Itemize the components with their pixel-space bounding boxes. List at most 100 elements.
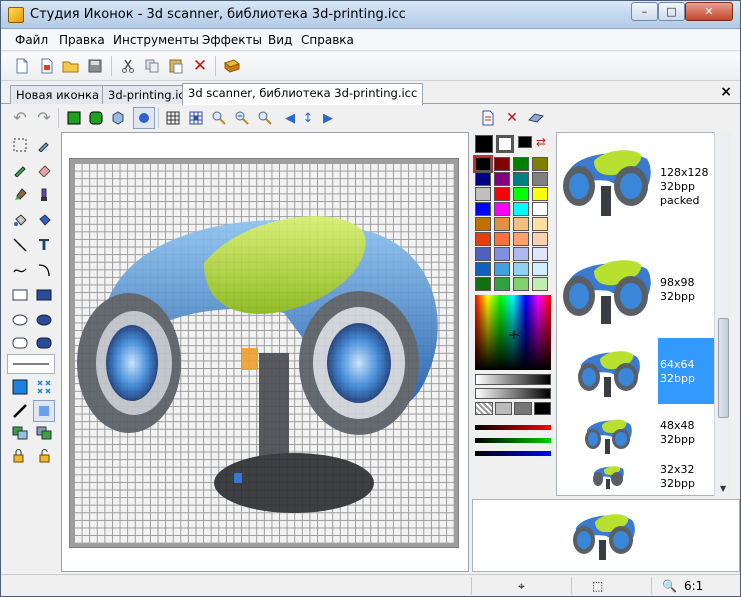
palette-swatch[interactable] bbox=[513, 172, 529, 186]
fill-shape-icon[interactable] bbox=[63, 107, 85, 129]
scrollbar-thumb[interactable] bbox=[718, 318, 729, 418]
grid-icon[interactable] bbox=[162, 107, 184, 129]
zoom-fit-icon[interactable] bbox=[254, 107, 276, 129]
palette-swatch[interactable] bbox=[513, 157, 529, 171]
palette-swatch[interactable] bbox=[532, 157, 548, 171]
rectangle-icon[interactable] bbox=[9, 284, 31, 306]
layer-merge-icon[interactable] bbox=[33, 422, 55, 444]
palette-swatch[interactable] bbox=[532, 277, 548, 291]
palette-swatch[interactable] bbox=[513, 202, 529, 216]
palette-swatch[interactable] bbox=[473, 155, 493, 173]
zoom-out-icon[interactable] bbox=[231, 107, 253, 129]
eyedropper-icon[interactable] bbox=[33, 134, 55, 156]
palette-swatch[interactable] bbox=[532, 247, 548, 261]
palette-swatch[interactable] bbox=[475, 232, 491, 246]
palette-swatch[interactable] bbox=[532, 217, 548, 231]
palette-swatch[interactable] bbox=[494, 232, 510, 246]
palette-swatch[interactable] bbox=[532, 187, 548, 201]
scroll-down-icon[interactable]: ▼ bbox=[720, 484, 726, 493]
tab-3d-scanner[interactable]: 3d scanner, библиотека 3d-printing.icc bbox=[182, 83, 424, 105]
paste-icon[interactable] bbox=[165, 55, 187, 77]
pencil-icon[interactable] bbox=[9, 159, 31, 181]
copy-icon[interactable] bbox=[141, 55, 163, 77]
sizes-scrollbar[interactable]: ▼ bbox=[714, 132, 731, 496]
palette-swatch[interactable] bbox=[475, 262, 491, 276]
zoom-in-icon[interactable] bbox=[208, 107, 230, 129]
size-item-98[interactable] bbox=[559, 251, 655, 334]
palette-swatch[interactable] bbox=[494, 217, 510, 231]
minimize-button[interactable]: – bbox=[631, 2, 658, 21]
palette-swatch[interactable] bbox=[513, 232, 529, 246]
move-vertical-icon[interactable]: ↕ bbox=[297, 107, 319, 129]
palette-swatch[interactable] bbox=[494, 157, 510, 171]
swap-colors-icon[interactable]: ⇄ bbox=[536, 135, 546, 149]
solid-fill-mode-icon[interactable] bbox=[9, 376, 31, 398]
eraser-stack-icon[interactable] bbox=[525, 107, 547, 129]
palette-swatch[interactable] bbox=[494, 187, 510, 201]
palette-swatch[interactable] bbox=[532, 172, 548, 186]
foreground-color[interactable] bbox=[475, 135, 493, 153]
palette-swatch[interactable] bbox=[475, 247, 491, 261]
glow-icon[interactable] bbox=[133, 107, 155, 129]
red-channel-slider[interactable] bbox=[475, 425, 551, 430]
rounded-rect-icon[interactable] bbox=[9, 332, 31, 354]
pattern-swatches[interactable] bbox=[475, 402, 551, 415]
menu-file[interactable]: Файл bbox=[15, 33, 48, 47]
color-spectrum-picker[interactable]: ✛ bbox=[475, 295, 551, 370]
eraser-icon[interactable] bbox=[33, 159, 55, 181]
palette-swatch[interactable] bbox=[532, 262, 548, 276]
antialias-glow-icon[interactable] bbox=[33, 400, 55, 422]
undo-icon[interactable]: ↶ bbox=[9, 107, 31, 129]
palette-swatch[interactable] bbox=[475, 217, 491, 231]
grayscale-slider[interactable] bbox=[475, 374, 551, 385]
filled-rounded-rect-icon[interactable] bbox=[33, 332, 55, 354]
palette-swatch[interactable] bbox=[532, 232, 548, 246]
close-tab-icon[interactable]: × bbox=[720, 84, 732, 100]
line-width-selector[interactable] bbox=[7, 354, 55, 374]
menu-view[interactable]: Вид bbox=[268, 33, 292, 47]
palette-swatch[interactable] bbox=[475, 202, 491, 216]
cube-icon[interactable] bbox=[107, 107, 129, 129]
filled-rectangle-icon[interactable] bbox=[33, 284, 55, 306]
palette-swatch[interactable] bbox=[513, 247, 529, 261]
size-item-32[interactable] bbox=[591, 463, 627, 494]
blue-channel-slider[interactable] bbox=[475, 451, 551, 456]
delete-icon[interactable]: ✕ bbox=[189, 55, 211, 77]
library-book-icon[interactable] bbox=[221, 55, 243, 77]
size-item-128[interactable] bbox=[559, 141, 655, 234]
gradient-fill-icon[interactable] bbox=[33, 209, 55, 231]
delete-size-icon[interactable]: ✕ bbox=[501, 107, 523, 129]
palette-swatch[interactable] bbox=[513, 217, 529, 231]
tab-new-icon[interactable]: Новая иконка 1 bbox=[10, 85, 117, 104]
new-file-icon[interactable] bbox=[11, 55, 33, 77]
size-label-64[interactable]: 64x64 32bpp bbox=[658, 338, 714, 404]
menu-effects[interactable]: Эффекты bbox=[202, 33, 262, 47]
palette-swatch[interactable] bbox=[494, 262, 510, 276]
background-color[interactable] bbox=[496, 135, 514, 153]
curve-icon[interactable] bbox=[9, 259, 31, 281]
palette-swatch[interactable] bbox=[513, 277, 529, 291]
save-icon[interactable] bbox=[84, 55, 106, 77]
palette-swatch[interactable] bbox=[494, 172, 510, 186]
size-item-64[interactable] bbox=[575, 345, 645, 404]
menu-edit[interactable]: Правка bbox=[59, 33, 105, 47]
fill-bucket-icon[interactable] bbox=[9, 209, 31, 231]
green-channel-slider[interactable] bbox=[475, 438, 551, 443]
pixel-grid-canvas[interactable] bbox=[74, 163, 454, 543]
palette-swatch[interactable] bbox=[475, 277, 491, 291]
palette-swatch[interactable] bbox=[494, 202, 510, 216]
palette-swatch[interactable] bbox=[513, 262, 529, 276]
redo-icon[interactable]: ↷ bbox=[33, 107, 55, 129]
select-rect-icon[interactable] bbox=[9, 134, 31, 156]
cut-icon[interactable] bbox=[117, 55, 139, 77]
size-item-48[interactable] bbox=[583, 415, 635, 460]
fill-rounded-icon[interactable] bbox=[85, 107, 107, 129]
lock-layer-icon[interactable] bbox=[9, 445, 31, 467]
arc-icon[interactable] bbox=[33, 259, 55, 281]
airbrush-icon[interactable] bbox=[33, 184, 55, 206]
palette-swatch[interactable] bbox=[494, 277, 510, 291]
maximize-button[interactable]: □ bbox=[658, 2, 685, 21]
ellipse-icon[interactable] bbox=[9, 309, 31, 331]
line-icon[interactable] bbox=[9, 234, 31, 256]
filled-ellipse-icon[interactable] bbox=[33, 309, 55, 331]
